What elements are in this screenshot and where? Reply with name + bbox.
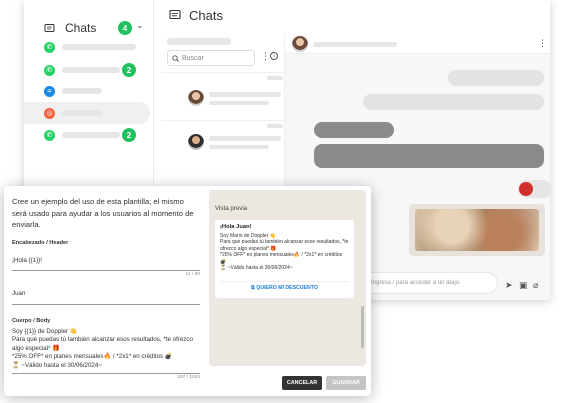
- message-bubble-outgoing: [363, 94, 544, 110]
- channel-name-placeholder: [62, 110, 102, 116]
- more-vert-icon[interactable]: ⋮: [538, 38, 547, 49]
- preview-message-card: ¡Hola Juan! Soy Mario de Doppler 👋 Para …: [215, 220, 354, 298]
- message-bubble-incoming: [314, 144, 544, 168]
- sidebar-title: Chats: [65, 21, 97, 35]
- body-line: Soy {{1}} de Doppler 👋: [12, 327, 78, 335]
- more-vert-icon[interactable]: ⋮: [261, 51, 270, 62]
- image-icon[interactable]: ▣: [519, 280, 528, 291]
- avatar: [292, 36, 308, 52]
- template-example-modal: Cree un ejemplo del uso de esta plantill…: [4, 186, 371, 396]
- body-line: ⏳ ~Válido hasta el 30/06/2024~: [12, 361, 102, 369]
- chevron-down-icon[interactable]: ⌄: [136, 20, 144, 31]
- sidebar-item-channel[interactable]: ◎: [24, 102, 150, 124]
- unread-badge: 2: [122, 63, 136, 77]
- filter-placeholder: [167, 38, 231, 45]
- image-message[interactable]: [409, 204, 545, 256]
- channel-name-placeholder: [62, 132, 120, 138]
- contact-name-placeholder: [209, 136, 281, 141]
- page-title: Chats: [189, 7, 223, 23]
- sidebar-item-channel[interactable]: ✆: [24, 36, 150, 58]
- body-line: *25% OFF* en planes mensuales🔥 / *2x1* e…: [12, 353, 173, 360]
- save-button[interactable]: GUARDAR: [326, 376, 366, 390]
- preview-title: Vista previa: [215, 205, 248, 212]
- divider: [161, 120, 285, 121]
- unread-badge: 4: [118, 21, 132, 35]
- avatar: [188, 90, 204, 106]
- info-icon[interactable]: i: [270, 52, 278, 60]
- blurred-image: [415, 209, 539, 251]
- conversation-header: ⋮: [285, 34, 550, 54]
- header-counter: 11 / 60: [185, 271, 200, 277]
- sidebar-item-channel[interactable]: ✆ 2: [24, 124, 150, 146]
- variable-value: Juan: [12, 289, 26, 297]
- messenger-icon: ≈: [44, 85, 55, 97]
- header-value: ¡Hola {{1}}!: [12, 256, 42, 264]
- message-preview-placeholder: [209, 145, 269, 149]
- list-item[interactable]: [161, 82, 285, 118]
- whatsapp-icon: ✆: [44, 129, 55, 141]
- send-icon[interactable]: ➤: [505, 280, 513, 291]
- header-field[interactable]: ¡Hola {{1}}!: [12, 249, 200, 271]
- channel-name-placeholder: [62, 88, 102, 94]
- instagram-icon: ◎: [44, 107, 55, 119]
- header-label: Encabezado / Header: [12, 239, 69, 246]
- body-label: Cuerpo / Body: [12, 317, 51, 324]
- variable-field[interactable]: Juan: [12, 282, 200, 305]
- chat-icon: [44, 23, 55, 32]
- cta-button[interactable]: ⧉ QUIERO MI DESCUENTO: [215, 285, 354, 292]
- message-preview-placeholder: [209, 101, 269, 105]
- cta-label: QUIERO MI DESCUENTO: [256, 285, 318, 291]
- channel-name-placeholder: [62, 44, 136, 50]
- whatsapp-icon: ✆: [44, 41, 55, 53]
- divider: [161, 72, 285, 73]
- search-icon: [172, 54, 179, 62]
- external-link-icon: ⧉: [251, 285, 255, 291]
- preview-line: Para que puedas tú también alcanzar esos…: [220, 239, 349, 252]
- modal-intro-text: Cree un ejemplo del uso de esta plantill…: [12, 197, 194, 229]
- template-form: Cree un ejemplo del uso de esta plantill…: [12, 196, 200, 380]
- sidebar-item-channel[interactable]: ≈: [24, 80, 150, 102]
- contact-name-placeholder: [313, 42, 397, 47]
- message-bubble-incoming: [314, 122, 394, 138]
- body-line: Para que puedas tú también alcanzar esos…: [12, 336, 193, 352]
- chat-icon: [169, 9, 181, 20]
- search-placeholder: Buscar: [182, 54, 204, 62]
- channel-name-placeholder: [62, 67, 120, 73]
- sidebar-item-channel[interactable]: ✆ 2: [24, 59, 150, 81]
- preview-line: ⏳ ~Válido hasta el 30/06/2024~: [220, 265, 293, 272]
- time-placeholder: [267, 76, 283, 80]
- whatsapp-icon: ✆: [44, 64, 55, 76]
- pdf-icon: [519, 182, 533, 196]
- preview-greeting: ¡Hola Juan!: [220, 224, 252, 230]
- body-counter: 197 / 1024: [177, 375, 200, 380]
- body-field[interactable]: Soy {{1}} de Doppler 👋 Para que puedas t…: [12, 327, 200, 374]
- attach-icon[interactable]: ⌀: [533, 280, 538, 291]
- unread-badge: 2: [122, 128, 136, 142]
- message-bubble-outgoing: [448, 70, 544, 86]
- top-bar: Chats: [169, 0, 223, 30]
- contact-name-placeholder: [209, 92, 281, 97]
- sidebar-header[interactable]: Chats 4 ⌄: [44, 20, 144, 35]
- avatar: [188, 134, 204, 150]
- divider: [220, 281, 349, 282]
- cancel-button[interactable]: CANCELAR: [282, 376, 322, 390]
- preview-line: *25% OFF* en planes mensuales🔥 / *2x1* e…: [220, 252, 343, 265]
- preview-panel: Vista previa ¡Hola Juan! Soy Mario de Do…: [209, 190, 366, 366]
- list-item[interactable]: [161, 126, 285, 162]
- search-input[interactable]: Buscar: [167, 50, 255, 66]
- scrollbar[interactable]: [361, 306, 364, 348]
